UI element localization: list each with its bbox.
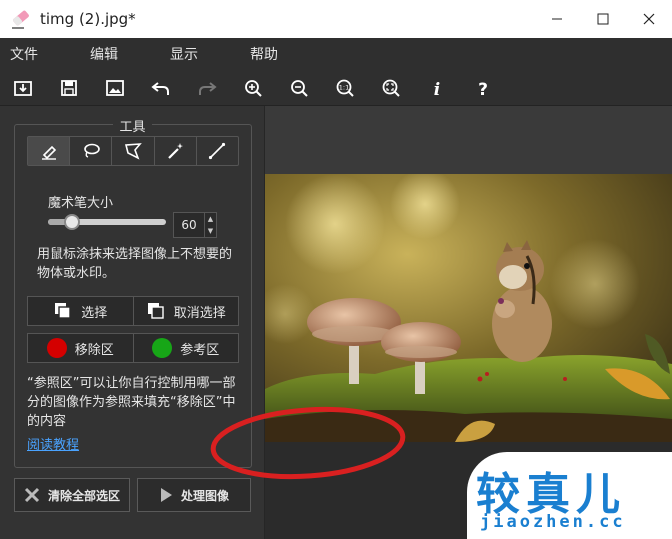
fit-screen-button[interactable] [368,70,414,106]
brush-tool[interactable] [28,137,71,165]
remove-area-color-icon [46,338,67,358]
menu-view[interactable]: 显示 [170,44,240,64]
eraser-app-icon [10,8,32,30]
minimize-icon [552,18,562,20]
brush-icon [41,145,56,160]
undo-button[interactable] [138,70,184,106]
watermark-url: jiaozhen.cc [480,512,626,532]
close-icon [643,13,655,25]
open-icon [14,80,32,96]
zoom-in-icon [245,79,262,97]
brush-size-value[interactable]: 60 [174,218,204,232]
deselect-button[interactable]: 取消选择 [133,296,239,326]
deselect-label: 取消选择 [173,305,226,321]
undo-icon [151,81,169,95]
clear-x-icon [24,487,40,503]
save-icon [61,79,77,96]
reference-area-button[interactable]: 参考区 [133,333,239,363]
brush-size-label: 魔术笔大小 [48,196,114,211]
tutorial-link[interactable]: 阅读教程 [27,434,79,453]
line-tool[interactable] [197,137,238,165]
zoom-in-button[interactable] [230,70,276,106]
brush-help-text: 用鼠标涂抹来选择图像上不想要的物体或水印。 [37,247,233,281]
actual-size-icon: 1:1 [336,79,354,97]
area-buttons: 移除区 参考区 [27,333,239,363]
redo-button[interactable] [184,70,230,106]
menu-file[interactable]: 文件 [10,44,80,64]
menu-bar: 文件 编辑 显示 帮助 [0,38,672,70]
remove-area-label: 移除区 [74,342,114,358]
maximize-button[interactable] [580,0,626,38]
menu-edit[interactable]: 编辑 [90,44,160,64]
deselect-icon [146,301,166,321]
tools-title: 工具 [113,120,152,135]
menu-help[interactable]: 帮助 [250,44,320,64]
reference-area-color-icon [152,338,173,358]
line-icon [209,142,226,160]
select-label: 选择 [81,305,108,321]
image-icon [106,79,124,96]
reference-area-label: 参考区 [180,342,220,358]
window-title: timg (2).jpg* [40,10,136,28]
info-button[interactable]: i [414,70,460,106]
info-icon: i [434,80,440,99]
stepper-down-icon[interactable]: ▼ [208,227,213,235]
help-button[interactable]: ? [460,70,506,106]
title-bar: timg (2).jpg* [0,0,672,38]
image-button[interactable] [92,70,138,106]
play-icon [160,488,172,502]
magic-wand-tool[interactable] [155,137,197,165]
svg-text:1:1: 1:1 [339,83,349,91]
brush-size-slider-thumb[interactable] [63,214,80,230]
actual-size-button[interactable]: 1:1 [322,70,368,106]
photo-chipmunk-mushrooms[interactable] [265,174,672,442]
clear-selection-label: 清除全部选区 [47,488,120,503]
clear-selection-button[interactable]: 清除全部选区 [14,478,130,512]
lasso-icon [83,143,100,158]
open-button[interactable] [0,70,46,106]
select-icon [53,301,73,321]
svg-text:?: ? [478,80,488,99]
magic-wand-icon [168,143,184,159]
toolbar: 1:1 i ? [0,70,672,106]
process-image-button[interactable]: 处理图像 [137,478,251,512]
svg-text:i: i [434,80,440,99]
help-icon: ? [478,80,488,99]
brush-size-stepper[interactable]: 60 ▲ ▼ [173,212,217,238]
zoom-out-icon [291,79,308,97]
zoom-out-button[interactable] [276,70,322,106]
process-image-label: 处理图像 [180,488,229,503]
minimize-button[interactable] [534,0,580,38]
remove-area-button[interactable]: 移除区 [27,333,134,363]
polygon-lasso-tool[interactable] [112,137,155,165]
polygon-lasso-icon [124,143,142,160]
close-button[interactable] [626,0,672,38]
stepper-up-icon[interactable]: ▲ [208,215,213,223]
tools-panel: 工具 魔术笔大小 60 ▲ ▼ 用鼠标涂抹来选择图像上不想要的物体或水印。 选择… [0,106,265,539]
selection-buttons: 选择 取消选择 [27,296,239,326]
select-button[interactable]: 选择 [27,296,134,326]
tool-selector [27,136,239,166]
redo-icon [199,81,217,95]
lasso-tool[interactable] [70,137,113,165]
maximize-icon [597,13,609,25]
reference-info-text: “参照区”可以让你自行控制用哪一部分的图像作为参照来填充“移除区”中的内容 [27,376,236,429]
save-button[interactable] [46,70,92,106]
fit-screen-icon [382,79,400,97]
